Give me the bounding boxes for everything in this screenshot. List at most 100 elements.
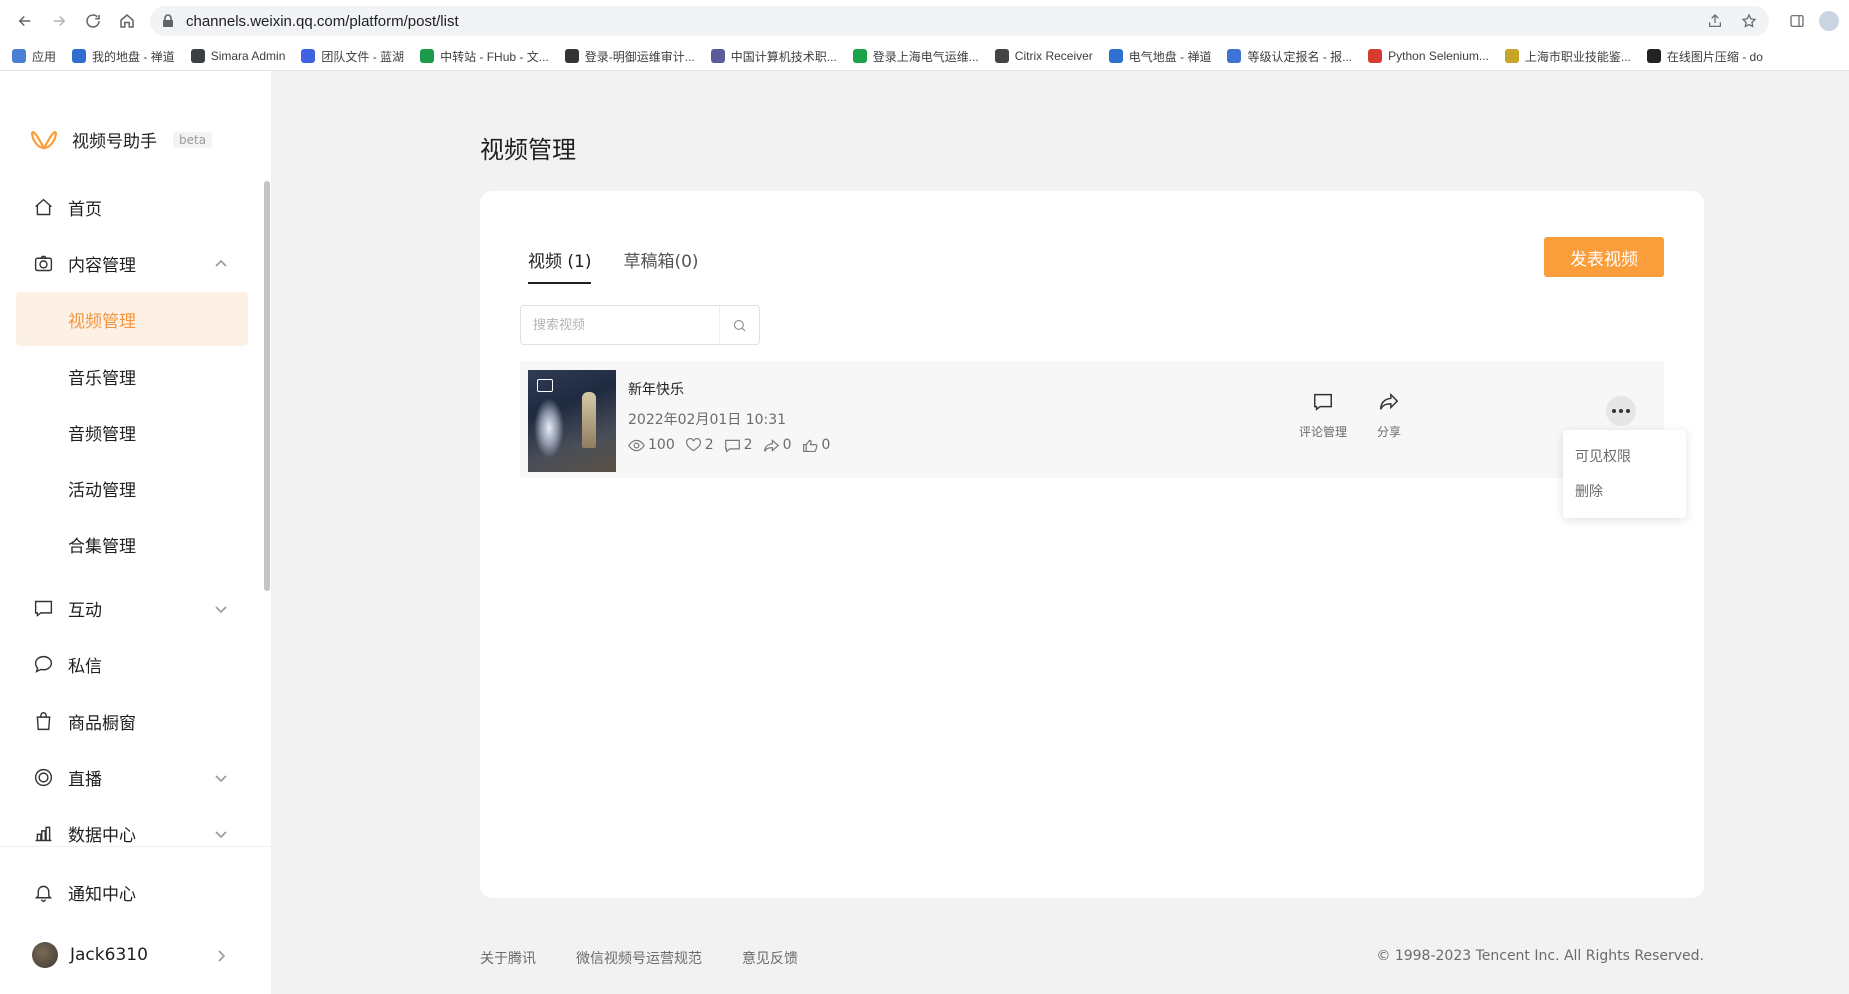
sidebar-item-content[interactable]: 内容管理	[16, 237, 248, 289]
bookmark-label: 电气地盘 - 禅道	[1128, 49, 1212, 64]
app-logo[interactable]: 视频号助手 beta	[30, 127, 213, 152]
chat-bubble-icon	[34, 655, 52, 673]
comment-icon	[1314, 393, 1332, 411]
address-row: channels.weixin.qq.com/platform/post/lis…	[0, 0, 1849, 42]
url-text: channels.weixin.qq.com/platform/post/lis…	[186, 12, 459, 30]
bookmark-label: 中国计算机技术职...	[730, 49, 837, 64]
tab-videos[interactable]: 视频 (1)	[528, 247, 592, 284]
bookmark-label: 上海市职业技能鉴...	[1524, 49, 1631, 64]
chevron-up-icon	[215, 259, 227, 267]
thumbs-stat: 0	[802, 437, 830, 453]
reload-icon	[86, 14, 100, 28]
more-dot-icon	[1626, 409, 1630, 413]
home-button[interactable]	[112, 6, 142, 36]
sidebar-item-label: 通知中心	[68, 884, 136, 905]
chevron-down-icon	[215, 775, 227, 783]
more-options-button[interactable]	[1606, 396, 1636, 426]
avatar	[32, 942, 58, 968]
menu-item-visibility[interactable]: 可见权限	[1563, 446, 1686, 481]
sidebar-item-home[interactable]: 首页	[16, 181, 248, 233]
bookmarks-bar: 应用 我的地盘 - 禅道 Simara Admin 团队文件 - 蓝湖 中转站 - FH…	[0, 42, 1849, 70]
side-panel-icon[interactable]	[1789, 13, 1805, 29]
bookmark-item[interactable]: 应用	[12, 48, 56, 65]
sidebar-scrollbar[interactable]	[264, 181, 270, 591]
footer-link-feedback[interactable]: 意见反馈	[742, 948, 798, 968]
shares-stat: 0	[763, 437, 792, 453]
heart-icon	[685, 437, 701, 451]
footer-link-rules[interactable]: 微信视频号运营规范	[576, 948, 702, 968]
footer-link-about[interactable]: 关于腾讯	[480, 948, 536, 968]
publish-video-button[interactable]: 发表视频	[1544, 237, 1664, 277]
sidebar-item-notifications[interactable]: 通知中心	[16, 866, 248, 918]
bookmark-item[interactable]: 我的地盘 - 禅道	[72, 48, 175, 65]
share-button[interactable]: 分享	[1377, 391, 1401, 440]
sidebar-subitem-music-manage[interactable]: 音乐管理	[16, 349, 248, 403]
thumbnail-sparkle	[534, 398, 564, 458]
content-card: 视频 (1) 草稿箱(0) 发表视频 新年快乐 2022年02月01日 10:3…	[480, 191, 1704, 898]
share-label: 分享	[1377, 425, 1402, 439]
comment-icon	[34, 600, 52, 617]
sidebar-user[interactable]: Jack6310	[16, 929, 248, 981]
sidebar-item-data-center[interactable]: 数据中心	[16, 807, 248, 859]
favicon-icon	[301, 49, 316, 63]
sidebar-item-label: 首页	[68, 199, 102, 220]
thumbnail-figure	[582, 392, 596, 448]
star-icon[interactable]	[1741, 13, 1757, 29]
reload-button[interactable]	[78, 6, 108, 36]
bookmark-item[interactable]: 上海市职业技能鉴...	[1504, 48, 1631, 65]
bookmark-item[interactable]: Simara Admin	[190, 49, 285, 63]
back-button[interactable]	[10, 6, 40, 36]
video-date: 2022年02月01日 10:31	[628, 412, 787, 428]
bookmark-item[interactable]: 团队文件 - 蓝湖	[301, 48, 404, 65]
favicon-icon	[1227, 49, 1242, 63]
sidebar-subitem-audio-manage[interactable]: 音频管理	[16, 405, 248, 459]
bookmark-item[interactable]: 中国计算机技术职...	[710, 48, 837, 65]
sidebar: 视频号助手 beta 首页 内容管理 视频管理 音乐管理 音频管理 活动管理 合…	[0, 71, 271, 994]
home-icon	[120, 14, 134, 28]
sidebar-item-live[interactable]: 直播	[16, 751, 248, 803]
bookmark-item[interactable]: 在线图片压缩 - do	[1646, 48, 1763, 65]
comment-manage-label: 评论管理	[1299, 425, 1348, 439]
browser-profile-icon[interactable]	[1819, 11, 1839, 31]
favicon-icon	[72, 49, 87, 63]
video-thumbnail[interactable]	[528, 370, 616, 472]
sidebar-subitem-collection-manage[interactable]: 合集管理	[16, 517, 248, 571]
sidebar-item-shop[interactable]: 商品橱窗	[16, 695, 248, 747]
comment-manage-button[interactable]: 评论管理	[1299, 391, 1347, 440]
sidebar-subitem-video-manage[interactable]: 视频管理	[16, 292, 248, 346]
bookmark-item[interactable]: Citrix Receiver	[994, 49, 1093, 63]
bookmark-item[interactable]: Python Selenium...	[1368, 49, 1489, 63]
arrow-left-icon	[18, 15, 31, 27]
menu-item-delete[interactable]: 删除	[1563, 481, 1686, 516]
bookmark-label: 应用	[32, 49, 57, 64]
page-title: 视频管理	[480, 136, 576, 164]
chevron-right-icon	[218, 950, 226, 962]
bookmark-item[interactable]: 电气地盘 - 禅道	[1108, 48, 1212, 65]
address-bar[interactable]: channels.weixin.qq.com/platform/post/lis…	[150, 6, 1769, 36]
arrow-right-icon	[53, 15, 66, 27]
likes-stat: 2	[685, 437, 714, 453]
bookmark-item[interactable]: 中转站 - FHub - 文...	[420, 48, 549, 65]
sidebar-item-interaction[interactable]: 互动	[16, 582, 248, 634]
tab-drafts[interactable]: 草稿箱(0)	[623, 247, 698, 284]
favicon-icon	[420, 49, 435, 63]
share-page-icon[interactable]	[1707, 13, 1723, 29]
favicon-icon	[1504, 49, 1519, 63]
sidebar-item-label: 内容管理	[68, 255, 136, 276]
bookmark-item[interactable]: 登录上海电气运维...	[852, 48, 979, 65]
bookmark-label: 等级认定报名 - 报...	[1247, 49, 1353, 64]
sidebar-item-messages[interactable]: 私信	[16, 638, 248, 690]
sidebar-subitem-activity-manage[interactable]: 活动管理	[16, 461, 248, 515]
search-input[interactable]	[521, 317, 719, 333]
bookmark-item[interactable]: 登录-明御运维审计...	[564, 48, 695, 65]
bookmark-label: 我的地盘 - 禅道	[92, 49, 175, 64]
forward-button[interactable]	[44, 6, 74, 36]
bookmark-item[interactable]: 等级认定报名 - 报...	[1227, 48, 1352, 65]
chevron-down-icon	[215, 831, 227, 839]
share-icon	[1380, 392, 1399, 410]
eye-icon	[628, 439, 645, 451]
search-box	[520, 305, 760, 345]
search-button[interactable]	[719, 306, 759, 344]
bookmark-label: 登录上海电气运维...	[872, 49, 979, 64]
more-dot-icon	[1619, 409, 1623, 413]
